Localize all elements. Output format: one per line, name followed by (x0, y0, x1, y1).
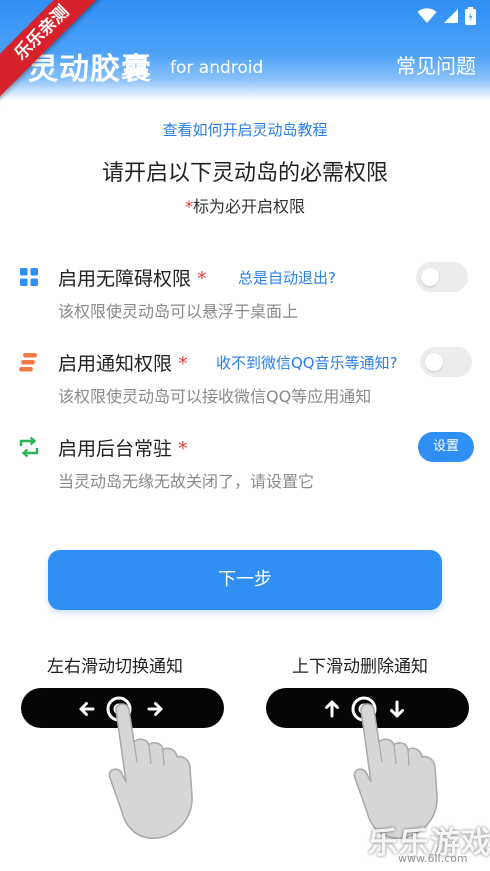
next-step-button[interactable]: 下一步 (48, 550, 442, 610)
help-link-notifications[interactable]: 收不到微信QQ音乐等通知? (216, 352, 398, 373)
toggle-knob (421, 268, 439, 286)
background-sync-icon (19, 436, 39, 458)
arrow-up-icon (325, 700, 339, 718)
permission-title: 启用无障碍权限 * (58, 264, 207, 291)
notification-stack-icon (19, 353, 37, 372)
arrow-left-icon (79, 702, 95, 716)
required-note: *标为必开启权限 (0, 193, 490, 217)
accessibility-toggle[interactable] (416, 262, 468, 292)
required-note-text: 标为必开启权限 (192, 197, 305, 216)
permission-description: 当灵动岛无缘无故关闭了，请设置它 (58, 472, 315, 491)
required-star: * (184, 197, 193, 216)
toggle-knob (425, 353, 443, 371)
permission-description: 该权限使灵动岛可以接收微信QQ等应用通知 (58, 387, 372, 406)
permission-title-text: 启用后台常驻 (58, 438, 173, 460)
swipe-horizontal-label: 左右滑动切换通知 (47, 657, 183, 677)
signal-icon (444, 9, 458, 23)
permission-title-text: 启用通知权限 (58, 353, 173, 375)
help-link-auto-exit[interactable]: 总是自动退出? (238, 267, 336, 288)
swipe-vertical-label: 上下滑动删除通知 (292, 657, 428, 677)
permission-background: 启用后台常驻 * 当灵动岛无缘无故关闭了，请设置它 设置 (0, 432, 490, 512)
permission-title-text: 启用无障碍权限 (58, 268, 192, 290)
permission-title: 启用后台常驻 * (58, 434, 188, 461)
permission-notification: 启用通知权限 * 收不到微信QQ音乐等通知? 该权限使灵动岛可以接收微信QQ等应… (0, 347, 490, 427)
required-star: * (197, 268, 207, 290)
page-heading: 请开启以下灵动岛的必需权限 (101, 161, 388, 186)
notification-toggle[interactable] (420, 347, 472, 377)
app-subtitle: for android (170, 58, 264, 78)
watermark-url: www.6ll.com (398, 852, 468, 865)
tutorial-link[interactable]: 查看如何开启灵动岛教程 (0, 119, 490, 140)
status-bar (417, 6, 476, 26)
grid-icon (20, 268, 38, 286)
pointing-hand-icon (108, 703, 193, 839)
required-star: * (178, 353, 188, 375)
battery-icon (465, 7, 476, 25)
permission-description: 该权限使灵动岛可以悬浮于桌面上 (58, 302, 299, 321)
permission-title: 启用通知权限 * (58, 349, 188, 376)
faq-link[interactable]: 常见问题 (396, 50, 476, 79)
app-title: 灵动胶囊 (28, 52, 152, 87)
wifi-icon (417, 8, 437, 23)
background-settings-button[interactable]: 设置 (418, 432, 474, 462)
required-star: * (178, 438, 188, 460)
permission-accessibility: 启用无障碍权限 * 总是自动退出? 该权限使灵动岛可以悬浮于桌面上 (0, 262, 490, 342)
